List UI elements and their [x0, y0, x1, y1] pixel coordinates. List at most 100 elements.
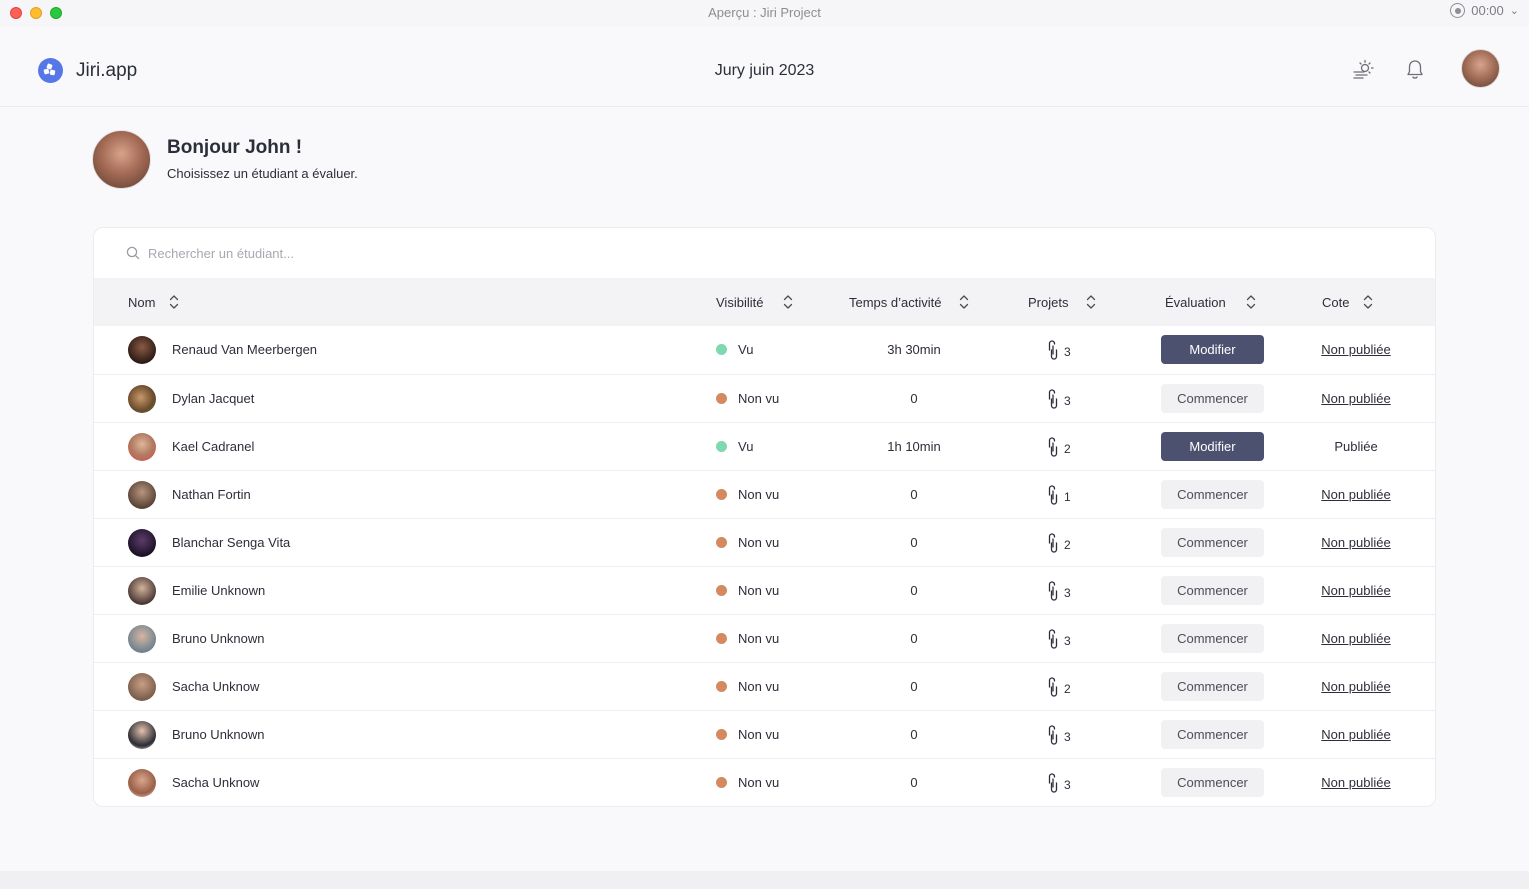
cote-link[interactable]: Non publiée: [1306, 391, 1406, 406]
commencer-button[interactable]: Commencer: [1161, 720, 1264, 749]
projects-count-value: 2: [1064, 441, 1071, 456]
student-name[interactable]: Dylan Jacquet: [172, 391, 254, 406]
projects-count[interactable]: 3: [1048, 773, 1071, 796]
student-name[interactable]: Emilie Unknown: [172, 583, 265, 598]
table-row[interactable]: Nathan Fortin Non vu 0 1 Commencer Non p…: [94, 470, 1435, 518]
table-row[interactable]: Kael Cadranel Vu 1h 10min 2 Modifier Pub…: [94, 422, 1435, 470]
commencer-button[interactable]: Commencer: [1161, 672, 1264, 701]
student-name[interactable]: Kael Cadranel: [172, 439, 254, 454]
visibility-status: Non vu: [716, 535, 779, 550]
cote-link[interactable]: Non publiée: [1306, 342, 1406, 357]
projects-count[interactable]: 3: [1048, 629, 1071, 652]
activity-time: 0: [910, 679, 918, 694]
link-icon: [1048, 389, 1058, 412]
column-nom[interactable]: Nom: [128, 294, 179, 310]
column-evaluation[interactable]: Évaluation: [1165, 294, 1256, 310]
bell-icon[interactable]: [1402, 57, 1428, 83]
commencer-button[interactable]: Commencer: [1161, 528, 1264, 557]
column-label: Visibilité: [716, 294, 764, 310]
table-row[interactable]: Bruno Unknown Non vu 0 3 Commencer Non p…: [94, 614, 1435, 662]
search-input[interactable]: [148, 240, 648, 266]
table-row[interactable]: Bruno Unknown Non vu 0 3 Commencer Non p…: [94, 710, 1435, 758]
sort-icon[interactable]: [959, 294, 969, 310]
column-label: Temps d’activité: [849, 294, 942, 310]
sort-icon[interactable]: [1363, 294, 1373, 310]
window-bottom-edge: [0, 871, 1529, 889]
user-avatar[interactable]: [1461, 49, 1500, 88]
projects-count[interactable]: 3: [1048, 340, 1071, 363]
visibility-status: Non vu: [716, 775, 779, 790]
column-label: Cote: [1322, 294, 1350, 310]
projects-count[interactable]: 2: [1048, 533, 1071, 556]
projects-count[interactable]: 3: [1048, 389, 1071, 412]
sort-icon[interactable]: [1086, 294, 1096, 310]
activity-time: 0: [910, 487, 918, 502]
timer-value: 00:00: [1471, 3, 1504, 18]
record-icon: [1450, 3, 1466, 18]
table-row[interactable]: Emilie Unknown Non vu 0 3 Commencer Non …: [94, 566, 1435, 614]
modifier-button[interactable]: Modifier: [1161, 335, 1264, 364]
commencer-button[interactable]: Commencer: [1161, 624, 1264, 653]
column-projets[interactable]: Projets: [1028, 294, 1096, 310]
visibility-status: Non vu: [716, 583, 779, 598]
student-name[interactable]: Bruno Unknown: [172, 631, 265, 646]
table-row[interactable]: Blanchar Senga Vita Non vu 0 2 Commencer…: [94, 518, 1435, 566]
student-name[interactable]: Nathan Fortin: [172, 487, 251, 502]
sort-icon[interactable]: [1246, 294, 1256, 310]
modifier-button[interactable]: Modifier: [1161, 432, 1264, 461]
commencer-button[interactable]: Commencer: [1161, 384, 1264, 413]
record-timer[interactable]: 00:00 ⌄: [1450, 3, 1519, 18]
column-temps[interactable]: Temps d’activité: [849, 294, 969, 310]
cote-link[interactable]: Non publiée: [1306, 487, 1406, 502]
projects-count[interactable]: 2: [1048, 437, 1071, 460]
student-name[interactable]: Sacha Unknow: [172, 679, 259, 694]
table-row[interactable]: Dylan Jacquet Non vu 0 3 Commencer Non p…: [94, 374, 1435, 422]
status-dot: [716, 585, 727, 596]
cote-link[interactable]: Non publiée: [1306, 775, 1406, 790]
cote-link[interactable]: Non publiée: [1306, 535, 1406, 550]
student-name[interactable]: Renaud Van Meerbergen: [172, 342, 317, 357]
search-bar: [94, 228, 1435, 278]
cote-link[interactable]: Non publiée: [1306, 631, 1406, 646]
visibility-status: Vu: [716, 439, 753, 454]
visibility-label: Non vu: [738, 391, 780, 406]
student-name[interactable]: Blanchar Senga Vita: [172, 535, 290, 550]
link-icon: [1048, 677, 1058, 700]
table-row[interactable]: Renaud Van Meerbergen Vu 3h 30min 3 Modi…: [94, 326, 1435, 374]
cote-link[interactable]: Non publiée: [1306, 727, 1406, 742]
link-icon: [1048, 340, 1058, 363]
cote-link[interactable]: Non publiée: [1306, 679, 1406, 694]
visibility-label: Non vu: [738, 775, 780, 790]
visibility-label: Non vu: [738, 631, 780, 646]
link-icon: [1048, 533, 1058, 556]
sort-icon[interactable]: [783, 294, 793, 310]
theme-toggle-icon[interactable]: [1350, 57, 1376, 83]
projects-count[interactable]: 3: [1048, 725, 1071, 748]
greeting-subtitle: Choisissez un étudiant a évaluer.: [167, 166, 358, 181]
projects-count-value: 3: [1064, 393, 1071, 408]
cote-link[interactable]: Non publiée: [1306, 583, 1406, 598]
activity-time: 0: [910, 631, 918, 646]
visibility-status: Non vu: [716, 487, 779, 502]
commencer-button[interactable]: Commencer: [1161, 768, 1264, 797]
greeting-avatar: [92, 130, 151, 189]
commencer-button[interactable]: Commencer: [1161, 576, 1264, 605]
projects-count-value: 3: [1064, 729, 1071, 744]
projects-count[interactable]: 1: [1048, 485, 1071, 508]
projects-count[interactable]: 2: [1048, 677, 1071, 700]
column-visibilite[interactable]: Visibilité: [716, 294, 793, 310]
visibility-label: Non vu: [738, 583, 780, 598]
cote-status: Publiée: [1334, 439, 1378, 454]
student-avatar: [128, 385, 156, 413]
visibility-label: Non vu: [738, 487, 780, 502]
sort-icon[interactable]: [169, 294, 179, 310]
status-dot: [716, 344, 727, 355]
projects-count[interactable]: 3: [1048, 581, 1071, 604]
table-row[interactable]: Sacha Unknow Non vu 0 2 Commencer Non pu…: [94, 662, 1435, 710]
commencer-button[interactable]: Commencer: [1161, 480, 1264, 509]
table-row[interactable]: Sacha Unknow Non vu 0 3 Commencer Non pu…: [94, 758, 1435, 806]
projects-count-value: 2: [1064, 681, 1071, 696]
student-name[interactable]: Bruno Unknown: [172, 727, 265, 742]
student-name[interactable]: Sacha Unknow: [172, 775, 259, 790]
column-cote[interactable]: Cote: [1322, 294, 1373, 310]
